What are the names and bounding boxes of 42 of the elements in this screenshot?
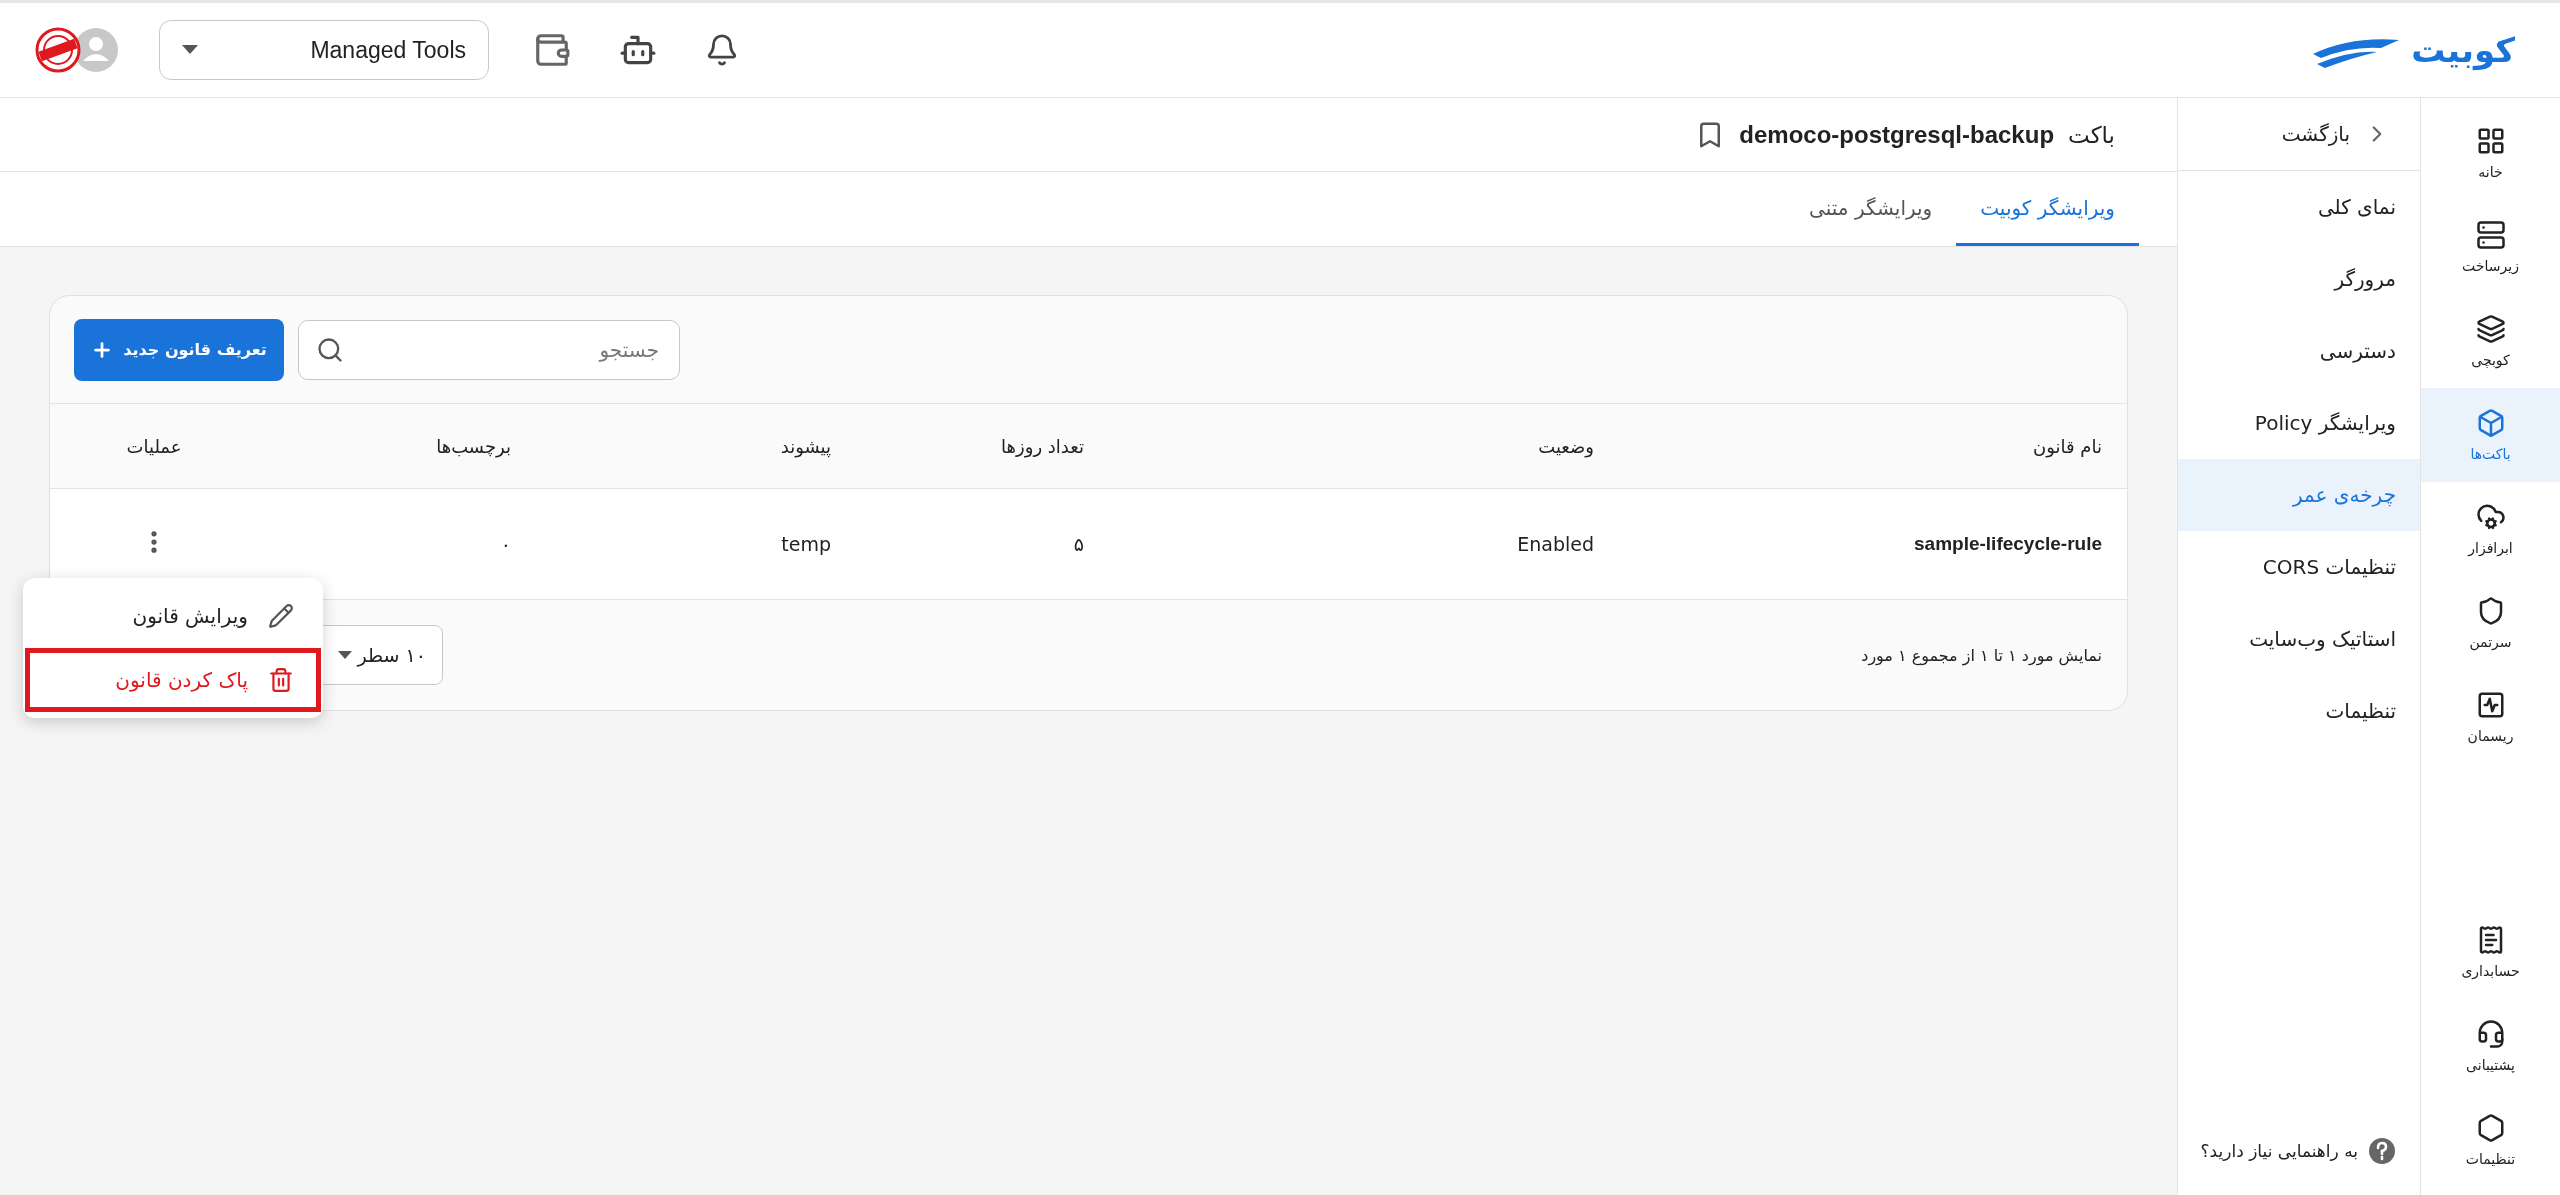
rail-item[interactable]: سرتمن: [2421, 576, 2560, 670]
rail-item[interactable]: تنظیمات: [2421, 1093, 2560, 1187]
table-cell: ۰: [260, 488, 536, 600]
column-header: وضعیت: [1109, 404, 1619, 489]
project-select[interactable]: Managed Tools: [159, 20, 489, 80]
new-rule-button[interactable]: تعریف قانون جدید: [74, 318, 284, 381]
rail-item[interactable]: حسابداری: [2421, 905, 2560, 999]
rail-icon: [2475, 220, 2506, 250]
editor-tab[interactable]: ویرایشگر متنی: [1785, 172, 1957, 246]
column-header: نام قانون: [1619, 404, 2127, 489]
rail-icon: [2475, 502, 2506, 532]
table-cell: ۵: [856, 488, 1109, 600]
search-icon: [316, 335, 344, 364]
help-icon: [2368, 1137, 2396, 1165]
rail-item[interactable]: پشتیبانی: [2421, 999, 2560, 1093]
column-header: عملیات: [50, 404, 260, 489]
rail-item[interactable]: خانه: [2421, 106, 2560, 200]
trash-icon: [268, 667, 294, 693]
dropdown-caret-icon: [182, 45, 198, 55]
column-header: برچسب‌ها: [260, 404, 536, 489]
search-field[interactable]: جستجو: [298, 319, 680, 380]
logo-text: کوبیت: [2411, 30, 2515, 70]
dropdown-caret-icon: [337, 651, 352, 659]
column-header: پیشوند: [536, 404, 856, 489]
rail-icon: [2475, 314, 2506, 344]
rail-item[interactable]: باکت‌ها: [2421, 388, 2560, 482]
rail-item[interactable]: زیرساخت: [2421, 200, 2560, 294]
pagination-summary: نمایش مورد ۱ تا ۱ از مجموع ۱ مورد: [1861, 645, 2102, 665]
rail-item[interactable]: ابرافزار: [2421, 482, 2560, 576]
table-cell: Enabled: [1109, 488, 1619, 600]
demo-stamp-icon: [35, 27, 81, 73]
table-cell: sample-lifecycle-rule: [1619, 488, 2127, 600]
help-text[interactable]: به راهنمایی نیاز دارید؟: [2200, 1141, 2358, 1161]
rail-item[interactable]: ریسمان: [2421, 670, 2560, 764]
pencil-icon: [268, 603, 294, 629]
menu-item[interactable]: پاک کردن قانون: [25, 648, 321, 712]
table-cell: temp: [536, 488, 856, 600]
bucket-label: باکت: [2068, 121, 2115, 148]
bucket-name: democo-postgresql-backup: [1739, 120, 2055, 149]
rail-item[interactable]: کوبچی: [2421, 294, 2560, 388]
side-menu-item[interactable]: چرخه‌ی عمر: [2178, 459, 2420, 531]
column-header: تعداد روزها: [856, 404, 1109, 489]
